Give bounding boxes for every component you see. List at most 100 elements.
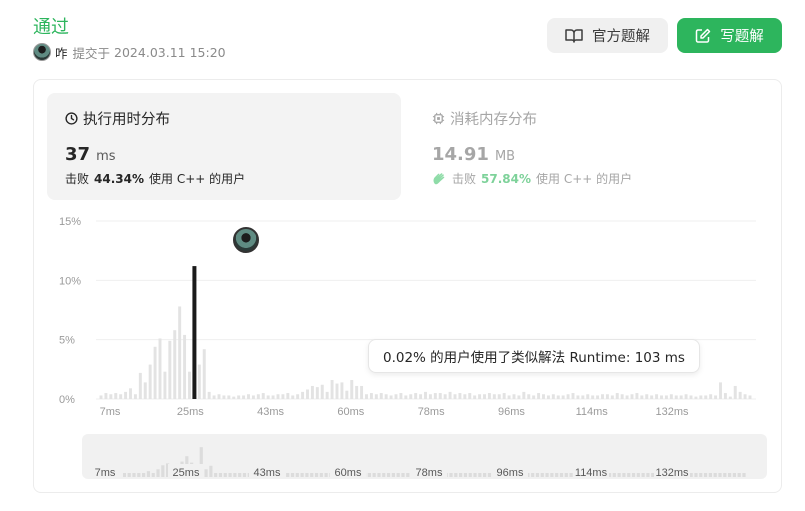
histogram-bar xyxy=(733,385,737,399)
histogram-bar xyxy=(532,395,536,399)
histogram-bar xyxy=(625,395,629,399)
histogram-bar xyxy=(325,391,329,399)
histogram-bar xyxy=(119,394,123,399)
histogram-bar xyxy=(704,395,708,399)
range-selector-bar xyxy=(627,473,631,477)
range-selector-bar xyxy=(617,473,621,477)
range-selector-bar xyxy=(396,473,400,477)
range-selector-bar xyxy=(233,473,237,477)
histogram-bar xyxy=(212,395,216,399)
range-selector-bar xyxy=(146,471,151,477)
histogram-bar xyxy=(414,393,418,399)
range-selector-bar xyxy=(569,473,573,477)
histogram-bar xyxy=(419,394,423,399)
range-selector-tick-label: 7ms xyxy=(95,467,116,479)
histogram-bar xyxy=(315,387,319,399)
runtime-distribution-chart[interactable]: 15% 10% 5% 0% 7ms 25ms 43ms 60ms 78ms 96ms 114ms 13… xyxy=(0,0,805,511)
histogram-bar xyxy=(586,394,590,399)
range-selector-bar xyxy=(214,473,218,477)
range-selector-bar xyxy=(391,473,395,477)
range-selector-bar xyxy=(545,473,549,477)
histogram-bar xyxy=(699,395,703,399)
histogram-bar xyxy=(138,372,142,399)
x-tick-label: 7ms xyxy=(100,406,121,418)
range-selector-bar xyxy=(483,473,487,477)
histogram-bar xyxy=(723,393,727,399)
range-selector-bar xyxy=(449,473,453,477)
range-selector-bar xyxy=(694,473,698,477)
histogram-bar xyxy=(689,395,693,399)
range-selector-bar xyxy=(377,473,381,477)
x-tick-label: 96ms xyxy=(498,406,525,418)
histogram-bar xyxy=(301,391,305,399)
histogram-bar xyxy=(247,394,250,399)
histogram-bar xyxy=(173,330,177,399)
histogram-bar xyxy=(188,371,191,399)
range-selector-bar xyxy=(646,473,650,477)
range-selector-bar xyxy=(732,473,736,477)
range-selector-bar xyxy=(137,473,141,477)
range-selector-bar xyxy=(487,473,492,477)
range-selector-bar xyxy=(636,473,640,477)
x-tick-label: 60ms xyxy=(337,406,364,418)
histogram-bar xyxy=(556,395,560,399)
histogram-bar xyxy=(384,394,388,399)
range-selector-bar xyxy=(689,473,693,477)
histogram-bar xyxy=(537,393,541,399)
histogram-bar xyxy=(542,394,545,399)
histogram-bar xyxy=(281,394,285,399)
histogram-bar xyxy=(610,395,614,399)
histogram-bar xyxy=(237,395,241,399)
range-selector-bar xyxy=(132,473,136,477)
histogram-bar xyxy=(217,394,221,399)
histogram-bar xyxy=(163,371,167,399)
histogram-bar xyxy=(596,395,600,399)
range-selector-bar xyxy=(161,465,165,477)
histogram-bar xyxy=(365,394,368,399)
histogram-bar xyxy=(655,394,659,399)
histogram-bar xyxy=(133,394,137,399)
x-tick-label: 132ms xyxy=(655,406,689,418)
histogram-bar xyxy=(320,384,324,399)
histogram-bar xyxy=(148,364,152,399)
range-selector-bar xyxy=(535,473,540,477)
histogram-bar xyxy=(178,306,182,399)
range-selector-bar xyxy=(223,473,227,477)
histogram-bar xyxy=(669,394,673,399)
histogram-bar xyxy=(448,391,452,399)
histogram-bar xyxy=(660,395,663,399)
histogram-bar xyxy=(679,395,683,399)
x-tick-label: 43ms xyxy=(257,406,284,418)
histogram-bar xyxy=(483,394,486,399)
histogram-bar xyxy=(487,393,491,399)
range-selector-bar xyxy=(703,473,708,477)
histogram-bar xyxy=(566,394,570,399)
range-selector-bar xyxy=(122,473,127,477)
histogram-bar xyxy=(581,395,585,399)
histogram-bar xyxy=(197,364,201,399)
histogram-bar xyxy=(256,394,260,399)
range-selector-tick-label: 132ms xyxy=(655,467,689,479)
histogram-bar xyxy=(497,394,501,399)
histogram-bar xyxy=(389,395,393,399)
histogram-bar xyxy=(576,395,580,399)
histogram-bar xyxy=(473,395,477,399)
range-selector-bar xyxy=(319,473,323,477)
histogram-bar xyxy=(350,380,354,399)
range-selector-bar xyxy=(468,473,472,477)
range-selector-tick-label: 25ms xyxy=(173,467,200,479)
histogram-bar xyxy=(591,395,595,399)
histogram-bar xyxy=(109,394,113,399)
histogram-bar xyxy=(605,394,609,399)
range-selector-bar xyxy=(242,473,247,477)
range-selector-bar xyxy=(463,473,468,477)
histogram-bar xyxy=(463,394,467,399)
my-runtime-bar xyxy=(192,266,197,399)
my-submission-avatar[interactable] xyxy=(233,227,259,253)
histogram-bar xyxy=(571,393,575,399)
histogram-bar xyxy=(601,394,604,399)
histogram-bar xyxy=(468,393,472,399)
range-selector-bar xyxy=(295,473,299,477)
range-selector-bar xyxy=(386,473,391,477)
range-selector-bar xyxy=(290,473,295,477)
